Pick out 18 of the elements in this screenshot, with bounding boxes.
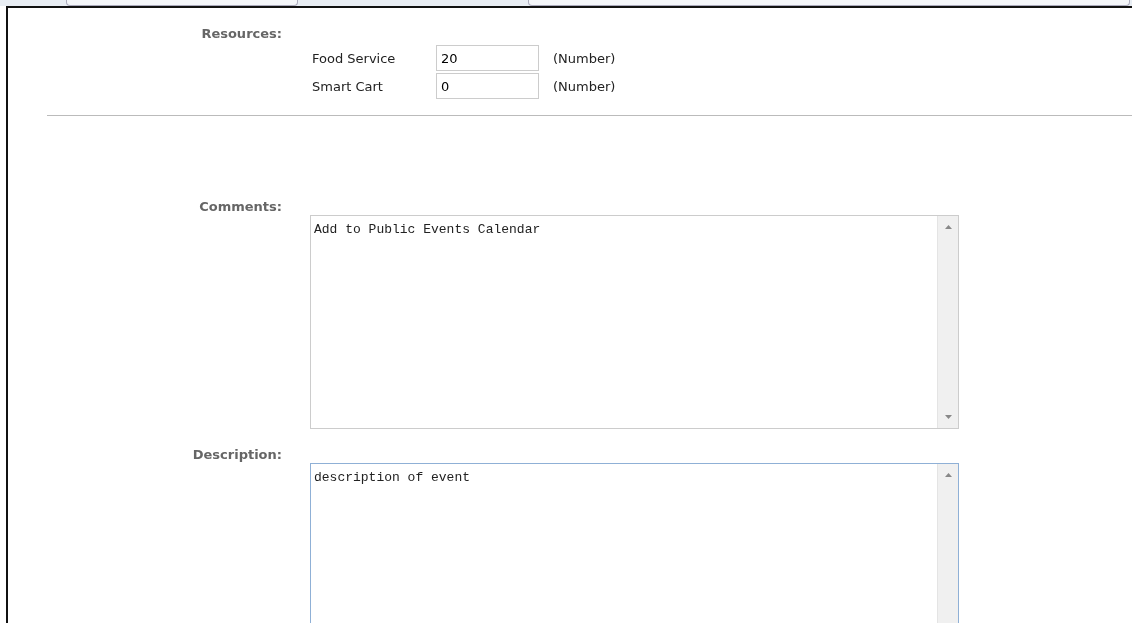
scroll-down-icon[interactable] bbox=[945, 415, 952, 419]
scrollbar[interactable] bbox=[937, 464, 958, 623]
section-label: Comments: bbox=[199, 199, 282, 214]
field-label: Smart Cart bbox=[312, 78, 384, 94]
number-field[interactable]: 20 bbox=[436, 45, 539, 71]
section-label: Description: bbox=[192, 447, 282, 462]
field-label: Food Service bbox=[312, 50, 397, 66]
text-area-value: description of event bbox=[314, 470, 471, 485]
field-hint: (Number) bbox=[553, 78, 616, 94]
scroll-up-icon[interactable] bbox=[945, 225, 952, 229]
section-label: Resources: bbox=[201, 26, 282, 41]
number-field[interactable]: 0 bbox=[436, 73, 539, 99]
text-area-value: Add to Public Events Calendar bbox=[314, 222, 541, 237]
text-area[interactable]: Add to Public Events Calendar bbox=[310, 215, 959, 429]
scroll-up-icon[interactable] bbox=[945, 473, 952, 477]
field-hint: (Number) bbox=[553, 50, 616, 66]
text-area[interactable]: description of event bbox=[310, 463, 959, 623]
scrollbar[interactable] bbox=[937, 216, 958, 428]
